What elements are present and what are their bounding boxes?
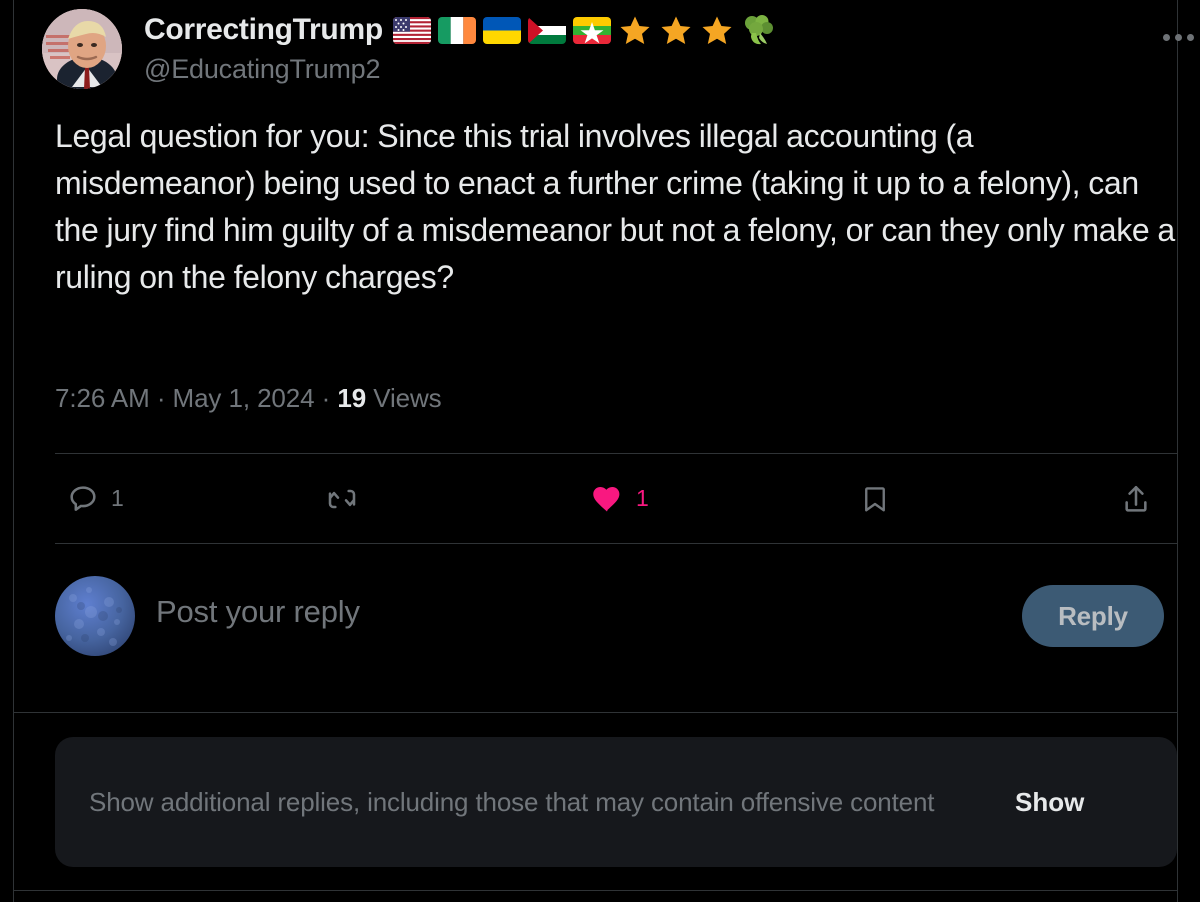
post-text: Legal question for you: Since this trial… — [55, 118, 1175, 295]
post-header: CorrectingTrump @EducatingTrump2 — [42, 8, 1194, 92]
more-horizontal-icon[interactable] — [1152, 18, 1200, 56]
display-name-row: CorrectingTrump — [144, 8, 775, 52]
flag-myanmar-icon — [572, 16, 611, 44]
reply-count: 1 — [111, 485, 124, 511]
name-emoji-group — [392, 14, 775, 46]
tweet-detail-screen: CorrectingTrump @EducatingTrump2 Legal q… — [0, 0, 1200, 902]
post-date: May 1, 2024 — [172, 383, 315, 413]
offensive-replies-card[interactable]: Show additional replies, including those… — [55, 737, 1177, 867]
reply-button[interactable]: 1 — [67, 483, 124, 515]
flag-ireland-icon — [437, 16, 476, 44]
share-icon — [1120, 483, 1152, 515]
broccoli-icon — [741, 14, 775, 46]
views-label-text: Views — [373, 383, 442, 413]
offensive-replies-text: Show additional replies, including those… — [89, 787, 935, 817]
retweet-button[interactable] — [325, 483, 371, 515]
retweet-icon — [325, 483, 359, 515]
post-time: 7:26 AM — [55, 383, 150, 413]
show-replies-button[interactable]: Show — [1015, 787, 1124, 818]
post-metadata: 7:26 AM · May 1, 2024 · 19 Views — [55, 383, 442, 414]
avatar[interactable] — [42, 9, 122, 89]
star-1-icon — [618, 14, 652, 46]
share-button[interactable] — [1120, 483, 1164, 515]
divider-footer — [14, 890, 1177, 891]
column-border-right — [1177, 0, 1178, 902]
composer-avatar[interactable] — [55, 576, 135, 656]
flag-ukraine-icon — [482, 16, 521, 44]
author-handle[interactable]: @EducatingTrump2 — [144, 54, 775, 85]
flag-united-states-icon — [392, 16, 431, 44]
divider-below-actions — [55, 543, 1177, 544]
timeline-column: CorrectingTrump @EducatingTrump2 Legal q… — [14, 0, 1194, 902]
bookmark-button[interactable] — [860, 483, 902, 515]
display-name: CorrectingTrump — [144, 13, 383, 46]
bookmark-icon — [860, 483, 890, 515]
flag-palestine-icon — [527, 16, 566, 44]
author-identity: CorrectingTrump @EducatingTrump2 — [144, 8, 775, 85]
action-bar: 1 1 — [55, 454, 1177, 543]
reply-input[interactable]: Post your reply — [156, 594, 360, 630]
star-2-icon — [659, 14, 693, 46]
reply-icon — [67, 483, 99, 515]
meta-separator-1: · — [149, 383, 173, 413]
meta-separator-2: · — [314, 383, 338, 413]
reply-submit-button[interactable]: Reply — [1022, 585, 1164, 647]
star-3-icon — [700, 14, 734, 46]
heart-icon — [590, 483, 624, 515]
views-count: 19 — [337, 383, 367, 413]
reply-composer: Post your reply Reply — [55, 572, 1177, 672]
divider-thread — [14, 712, 1177, 713]
like-button[interactable]: 1 — [590, 483, 649, 515]
like-count: 1 — [636, 485, 649, 511]
